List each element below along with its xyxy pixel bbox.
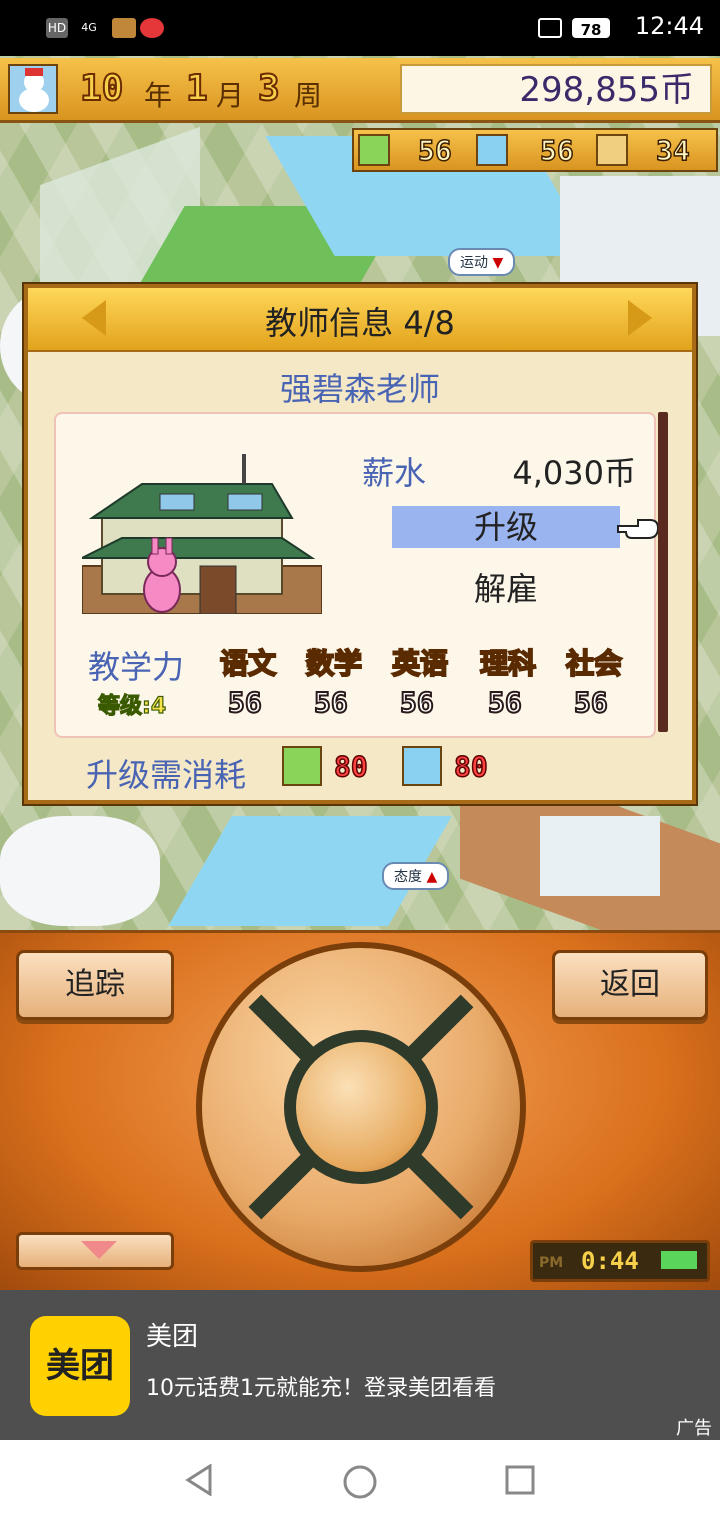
level-indicator: 等级:4: [97, 688, 167, 720]
subject-math: 数学: [305, 646, 363, 681]
money-display: 298,855币: [400, 64, 712, 114]
map-snow-tree: [0, 816, 160, 926]
ad-banner[interactable]: 美团 美团 10元话费1元就能充！登录美团看看 广告: [0, 1290, 720, 1440]
subject-social: 社会: [565, 646, 623, 681]
chevron-down-icon: [81, 1241, 117, 1259]
attitude-bubble[interactable]: 态度 ▲: [382, 862, 450, 890]
research-icon: [358, 134, 390, 166]
sport-bubble[interactable]: 运动 ▼: [448, 248, 516, 276]
subject-social-value: 56: [573, 685, 609, 720]
salary-label: 薪水: [362, 454, 427, 492]
research-points: 56: [417, 133, 452, 168]
salary-value: 4,030币: [512, 454, 636, 492]
date-bar: 10 年 1 月 3 周 298,855币: [0, 58, 720, 123]
navigation-bar: [0, 1440, 720, 1520]
vibrate-icon: [538, 18, 562, 38]
ad-title[interactable]: 美团: [146, 1316, 198, 1353]
up-arrow-icon: ▲: [426, 869, 438, 885]
fire-button[interactable]: 解雇: [392, 568, 620, 610]
level-label: 等级:: [97, 693, 151, 719]
dpad[interactable]: [196, 942, 526, 1272]
lottery-points: 34: [655, 133, 690, 168]
weibo-icon: [140, 18, 164, 38]
lab-points: 56: [539, 133, 574, 168]
track-button[interactable]: 追踪: [16, 950, 174, 1020]
back-button[interactable]: 返回: [552, 950, 708, 1020]
flask-icon: [402, 746, 442, 786]
dialog-title: 教师信息 4/8: [265, 304, 455, 342]
teacher-info-dialog: 教师信息 4/8 强碧森老师 薪水 4,030币 升级 解雇 教学力 等级:4: [24, 284, 696, 804]
week-value: 3: [257, 67, 281, 110]
lottery-icon: [596, 134, 628, 166]
clock-time-value: 0:44: [581, 1247, 639, 1275]
recents-nav-icon[interactable]: [504, 1464, 536, 1496]
teacher-card: 薪水 4,030币 升级 解雇 教学力 等级:4 语文 数学 英语 理科 社会 …: [54, 412, 660, 738]
upgrade-cost-label: 升级需消耗: [86, 756, 247, 794]
snowman-icon: [8, 64, 58, 114]
research-icon: [282, 746, 322, 786]
subject-chinese-value: 56: [227, 685, 263, 720]
pointing-hand-icon: [617, 519, 660, 539]
hd-indicator: HD: [46, 18, 68, 38]
dialog-header: 教师信息 4/8: [28, 288, 692, 352]
app-icon: [112, 18, 136, 38]
subject-chinese: 语文: [219, 646, 277, 681]
battery-indicator: 78: [572, 18, 610, 39]
status-bar: HD 4G 78 12:44: [0, 0, 720, 56]
year-unit: 年: [144, 79, 173, 112]
clock-time: 12:44: [634, 12, 704, 40]
back-nav-icon[interactable]: [184, 1464, 216, 1496]
upgrade-button[interactable]: 升级: [392, 506, 620, 548]
house-icon: [82, 454, 322, 614]
attitude-bubble-label: 态度: [394, 869, 422, 885]
scrollbar[interactable]: [658, 412, 668, 732]
signal-indicator: 4G: [81, 21, 97, 34]
month-unit: 月: [216, 79, 245, 112]
menu-down-button[interactable]: [16, 1232, 174, 1270]
teaching-power-label: 教学力: [88, 648, 185, 686]
map-building: [540, 816, 660, 896]
cost-research-value: 80: [333, 749, 368, 784]
subject-science-value: 56: [487, 685, 523, 720]
sport-bubble-label: 运动: [460, 255, 488, 271]
ad-description[interactable]: 10元话费1元就能充！登录美团看看: [146, 1370, 496, 1402]
level-value: 4: [150, 693, 167, 719]
home-nav-icon[interactable]: [342, 1464, 378, 1500]
flask-icon: [476, 134, 508, 166]
teacher-name: 强碧森老师: [279, 370, 440, 408]
ad-badge: 广告: [676, 1418, 712, 1439]
battery-icon: [661, 1251, 697, 1269]
resource-bar: 56 56 34: [352, 128, 718, 172]
down-arrow-icon: ▼: [492, 255, 504, 271]
month-value: 1: [185, 67, 209, 110]
dpad-center-button[interactable]: [284, 1030, 438, 1184]
subject-science: 理科: [479, 646, 537, 681]
year-value: 10: [79, 67, 124, 110]
next-arrow-icon[interactable]: [628, 300, 652, 336]
cost-lab-value: 80: [453, 749, 488, 784]
subject-english-value: 56: [399, 685, 435, 720]
week-unit: 周: [294, 79, 323, 112]
subject-english: 英语: [391, 646, 449, 681]
clock-ampm: PM: [539, 1255, 564, 1271]
subject-math-value: 56: [313, 685, 349, 720]
game-clock: PM 0:44: [530, 1240, 710, 1282]
ad-logo[interactable]: 美团: [30, 1316, 130, 1416]
